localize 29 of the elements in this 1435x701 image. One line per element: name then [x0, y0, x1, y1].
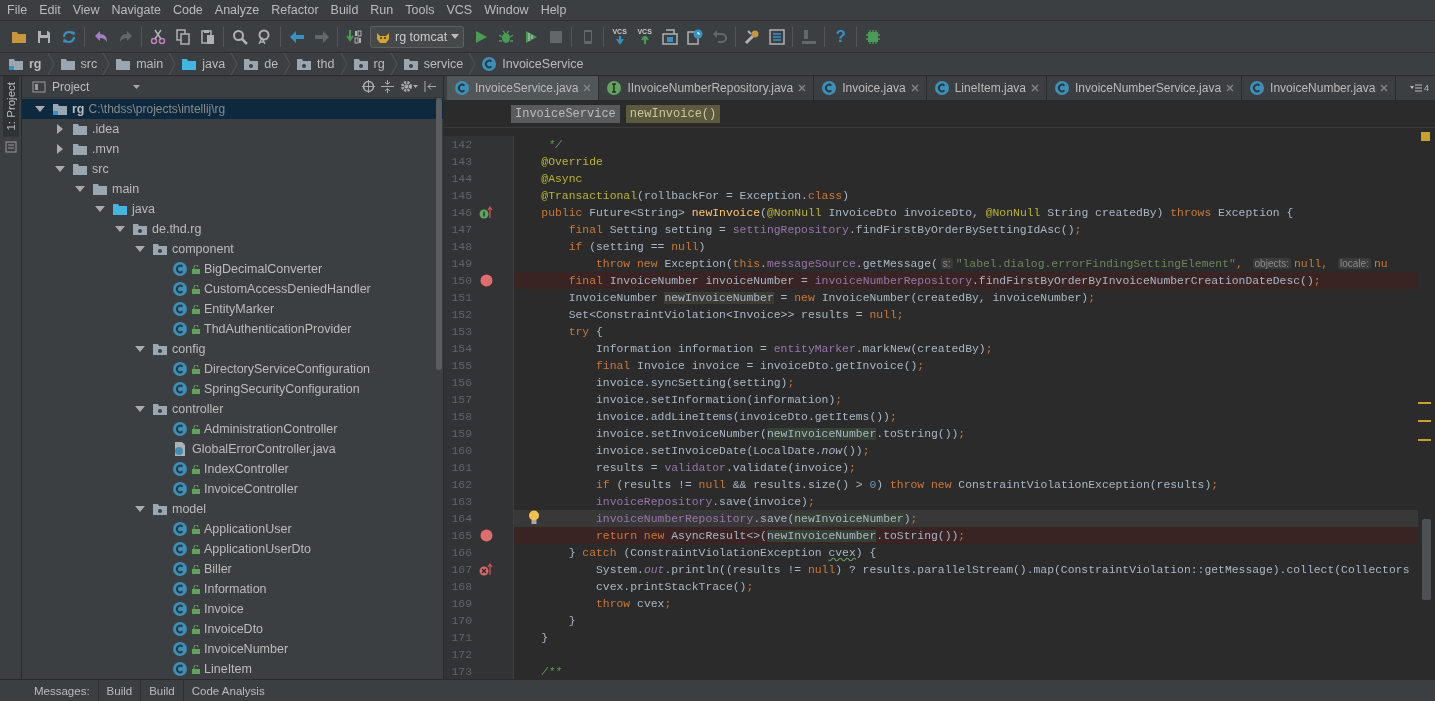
code-line: try {	[567, 324, 604, 340]
code-line: /**	[540, 664, 563, 679]
code-line: @Transactional(rollbackFor = Exception.class)	[540, 188, 850, 204]
code-line: invoiceRepository.save(invoice);	[595, 494, 816, 510]
code-line: @Override	[540, 154, 604, 170]
code-line: @Async	[540, 171, 584, 187]
code-line: }	[567, 613, 577, 629]
code-line: System.out.println((results != null) ? results.parallelStream().map(ConstraintViolation::getMessage).collect(Collectors	[595, 562, 1411, 578]
code-line: } catch (ConstraintViolationException cvex) {	[567, 545, 878, 561]
code-line: invoice.syncSetting(setting);	[595, 375, 796, 391]
code-line: throw new Exception(this.messageSource.getMessage( s: "label.dialog.errorFindingSettingElement", objects: null, locale: nu	[595, 256, 1389, 272]
code-line: results = validator.validate(invoice);	[595, 460, 857, 476]
code-line: final Invoice invoice = invoiceDto.getInvoice();	[595, 358, 926, 374]
code-line: Information information = entityMarker.markNew(createdBy);	[595, 341, 994, 357]
code-line: public Future<String> newInvoice(@NonNull InvoiceDto invoiceDto, @NonNull String createdBy) throws Exception {	[540, 205, 1295, 221]
code-line: throw cvex;	[595, 596, 673, 612]
code-line: InvoiceNumber newInvoiceNumber = new InvoiceNumber(createdBy, invoiceNumber);	[567, 290, 1097, 306]
code-line: if (setting == null)	[567, 239, 707, 255]
code-line: Set<ConstraintViolation<Invoice>> results = null;	[567, 307, 905, 323]
code-line: */	[547, 137, 563, 153]
code-line: invoice.addLineItems(invoiceDto.getItems());	[595, 409, 898, 425]
code-line: if (results != null && results.size() > 0) throw new ConstraintViolationException(results);	[595, 477, 1220, 493]
code-line: invoice.setInformation(information);	[595, 392, 844, 408]
code-line: invoice.setInvoiceDate(LocalDate.now());	[595, 443, 871, 459]
code-line: final Setting setting = settingRepository.findFirstByOrderBySettingIdAsc();	[567, 222, 1083, 238]
code-line: cvex.printStackTrace();	[595, 579, 755, 595]
code-line: }	[540, 630, 550, 646]
code-line: invoice.setInvoiceNumber(newInvoiceNumber.toString());	[595, 426, 967, 442]
panel-label: Messages:	[33, 683, 91, 699]
